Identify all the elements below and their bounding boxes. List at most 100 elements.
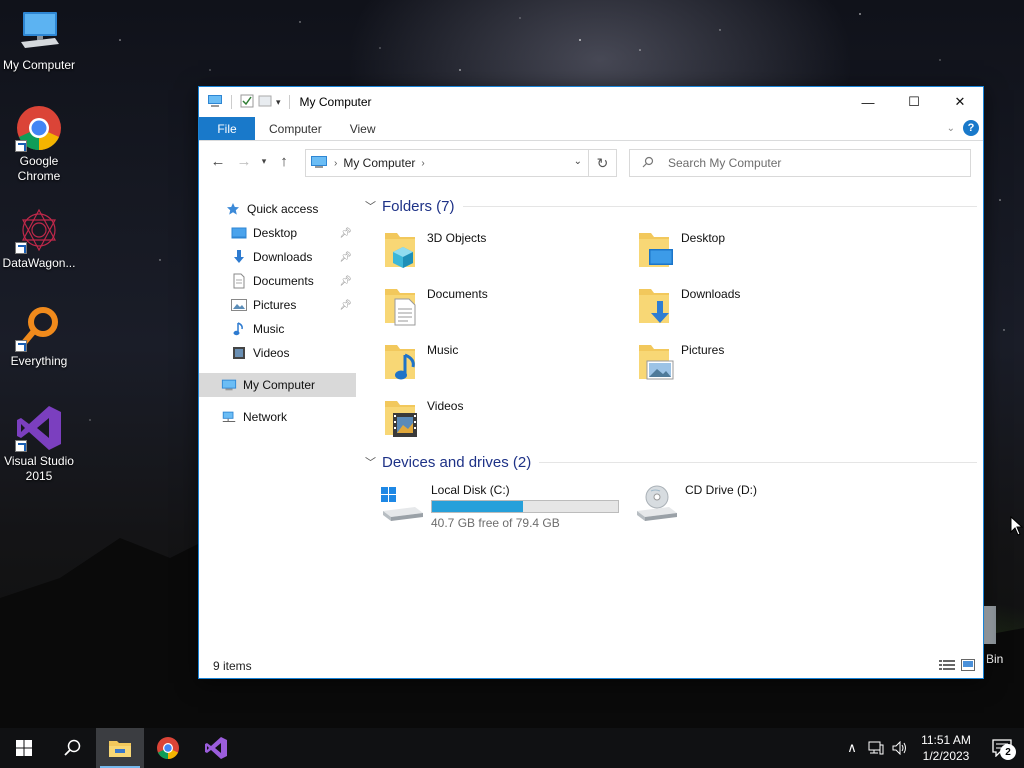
close-button[interactable]: ✕ bbox=[937, 87, 983, 117]
pin-icon[interactable]: 📌︎ bbox=[339, 228, 352, 239]
sidebar-item-pictures[interactable]: Pictures 📌︎ bbox=[199, 293, 356, 317]
minimize-button[interactable]: — bbox=[845, 87, 891, 117]
star-icon bbox=[225, 201, 241, 217]
action-center-button[interactable]: 2 bbox=[980, 728, 1024, 768]
search-input[interactable] bbox=[668, 156, 948, 170]
sidebar-item-label: Network bbox=[243, 410, 288, 424]
chevron-right-icon[interactable]: › bbox=[334, 158, 337, 169]
forward-button[interactable]: → bbox=[233, 150, 255, 172]
title-bar[interactable]: ▾ My Computer — ☐ ✕ bbox=[199, 87, 983, 117]
folder-item-videos[interactable]: Videos bbox=[381, 389, 635, 445]
sidebar-item-desktop[interactable]: Desktop 📌︎ bbox=[199, 221, 356, 245]
pin-icon[interactable]: 📌︎ bbox=[339, 252, 352, 263]
chevron-down-icon[interactable]: ﹀ bbox=[365, 454, 376, 470]
desktop-icon-visual-studio[interactable]: Visual Studio 2015 bbox=[2, 404, 76, 484]
clock-date: 1/2/2023 bbox=[922, 749, 970, 763]
sidebar-item-videos[interactable]: Videos bbox=[199, 341, 356, 365]
tab-computer[interactable]: Computer bbox=[255, 117, 336, 140]
sidebar-item-documents[interactable]: Documents 📌︎ bbox=[199, 269, 356, 293]
sidebar-item-music[interactable]: Music bbox=[199, 317, 356, 341]
details-view-icon[interactable] bbox=[939, 659, 955, 674]
sidebar-item-network[interactable]: Network bbox=[199, 405, 356, 429]
sidebar-item-label: My Computer bbox=[243, 378, 316, 392]
start-button[interactable] bbox=[0, 728, 48, 768]
up-button[interactable]: ↑ bbox=[273, 150, 295, 172]
desktop-icon-chrome[interactable]: Google Chrome bbox=[2, 104, 76, 184]
clock-time: 11:51 AM bbox=[921, 733, 971, 747]
desktop-icon-label: DataWagon... bbox=[2, 256, 76, 270]
folder-item-music[interactable]: Music bbox=[381, 333, 635, 389]
sidebar-item-label: Videos bbox=[253, 346, 290, 360]
sidebar-item-label: Documents bbox=[253, 274, 314, 288]
folder-item-3d-objects[interactable]: 3D Objects bbox=[381, 221, 635, 277]
qat-dropdown-icon[interactable]: ▾ bbox=[276, 97, 281, 108]
chrome-icon bbox=[157, 737, 179, 759]
document-icon bbox=[231, 273, 247, 289]
back-button[interactable]: ← bbox=[207, 150, 229, 172]
expand-ribbon-icon[interactable]: ⌄ bbox=[947, 123, 955, 134]
network-icon[interactable] bbox=[864, 741, 888, 755]
clock[interactable]: 11:51 AM 1/2/2023 bbox=[912, 732, 980, 764]
taskbar-file-explorer[interactable] bbox=[96, 728, 144, 768]
recycle-bin-icon[interactable] bbox=[984, 606, 996, 644]
folder-name: Documents bbox=[427, 287, 488, 301]
computer-icon bbox=[310, 155, 328, 172]
desktop-icon-everything[interactable]: Everything bbox=[2, 304, 76, 369]
chevron-down-icon[interactable]: ﹀ bbox=[365, 198, 376, 214]
folder-item-pictures[interactable]: Pictures bbox=[635, 333, 889, 389]
group-header-devices[interactable]: ﹀ Devices and drives (2) bbox=[359, 451, 979, 473]
tab-view[interactable]: View bbox=[336, 117, 390, 140]
shortcut-arrow-icon bbox=[15, 440, 27, 452]
desktop-icon-datawagon[interactable]: DataWagon... bbox=[2, 206, 76, 271]
large-icons-view-icon[interactable] bbox=[961, 659, 975, 674]
search-icon bbox=[642, 156, 654, 171]
properties-icon[interactable] bbox=[240, 94, 254, 111]
computer-icon bbox=[15, 8, 63, 56]
show-hidden-icons-icon[interactable]: ∧ bbox=[840, 740, 864, 756]
maximize-button[interactable]: ☐ bbox=[891, 87, 937, 117]
folder-downloads-icon bbox=[635, 283, 675, 327]
search-icon bbox=[64, 739, 81, 756]
sidebar-item-label: Desktop bbox=[253, 226, 298, 240]
desktop-icon-my-computer[interactable]: My Computer bbox=[2, 8, 76, 73]
taskbar-chrome[interactable] bbox=[144, 728, 192, 768]
hard-drive-icon bbox=[379, 483, 425, 527]
address-dropdown-icon[interactable]: ⌄ bbox=[574, 156, 582, 167]
search-box[interactable] bbox=[629, 149, 971, 177]
tab-file[interactable]: File bbox=[199, 117, 255, 140]
folder-videos-icon bbox=[381, 395, 421, 439]
folder-name: Music bbox=[427, 343, 459, 357]
group-title: Devices and drives (2) bbox=[382, 453, 532, 471]
chevron-right-icon[interactable]: › bbox=[421, 158, 424, 169]
refresh-button[interactable]: ↻ bbox=[588, 150, 616, 176]
sidebar-item-my-computer[interactable]: My Computer bbox=[199, 373, 356, 397]
folder-name: Videos bbox=[427, 399, 464, 413]
computer-icon bbox=[221, 377, 237, 393]
visual-studio-icon bbox=[205, 737, 227, 759]
videos-icon bbox=[231, 345, 247, 361]
new-folder-icon[interactable] bbox=[258, 94, 272, 111]
volume-icon[interactable] bbox=[888, 741, 912, 755]
folder-item-documents[interactable]: Documents bbox=[381, 277, 635, 333]
sidebar-item-label: Music bbox=[253, 322, 285, 336]
notification-badge: 2 bbox=[1000, 744, 1016, 760]
help-icon[interactable]: ? bbox=[963, 120, 979, 136]
breadcrumb-my-computer[interactable]: My Computer bbox=[343, 156, 415, 170]
taskbar-visual-studio[interactable] bbox=[192, 728, 240, 768]
recent-locations-icon[interactable]: ▾ bbox=[257, 150, 271, 172]
address-bar[interactable]: › My Computer › ⌄ ↻ bbox=[305, 149, 617, 177]
folder-item-desktop[interactable]: Desktop bbox=[635, 221, 889, 277]
drive-item-cd-drive-d[interactable]: CD Drive (D:) bbox=[633, 479, 887, 529]
sidebar-item-downloads[interactable]: Downloads 📌︎ bbox=[199, 245, 356, 269]
search-button[interactable] bbox=[48, 728, 96, 768]
sidebar-item-label: Pictures bbox=[253, 298, 297, 312]
drive-name: CD Drive (D:) bbox=[685, 483, 757, 497]
sidebar-item-quick-access[interactable]: Quick access bbox=[199, 197, 356, 221]
group-header-folders[interactable]: ﹀ Folders (7) bbox=[359, 195, 979, 217]
folder-item-downloads[interactable]: Downloads bbox=[635, 277, 889, 333]
drive-item-local-disk-c[interactable]: Local Disk (C:) 40.7 GB free of 79.4 GB bbox=[379, 479, 633, 530]
cd-drive-icon bbox=[633, 483, 679, 527]
pin-icon[interactable]: 📌︎ bbox=[339, 276, 352, 287]
pin-icon[interactable]: 📌︎ bbox=[339, 300, 352, 311]
shortcut-arrow-icon bbox=[15, 140, 27, 152]
